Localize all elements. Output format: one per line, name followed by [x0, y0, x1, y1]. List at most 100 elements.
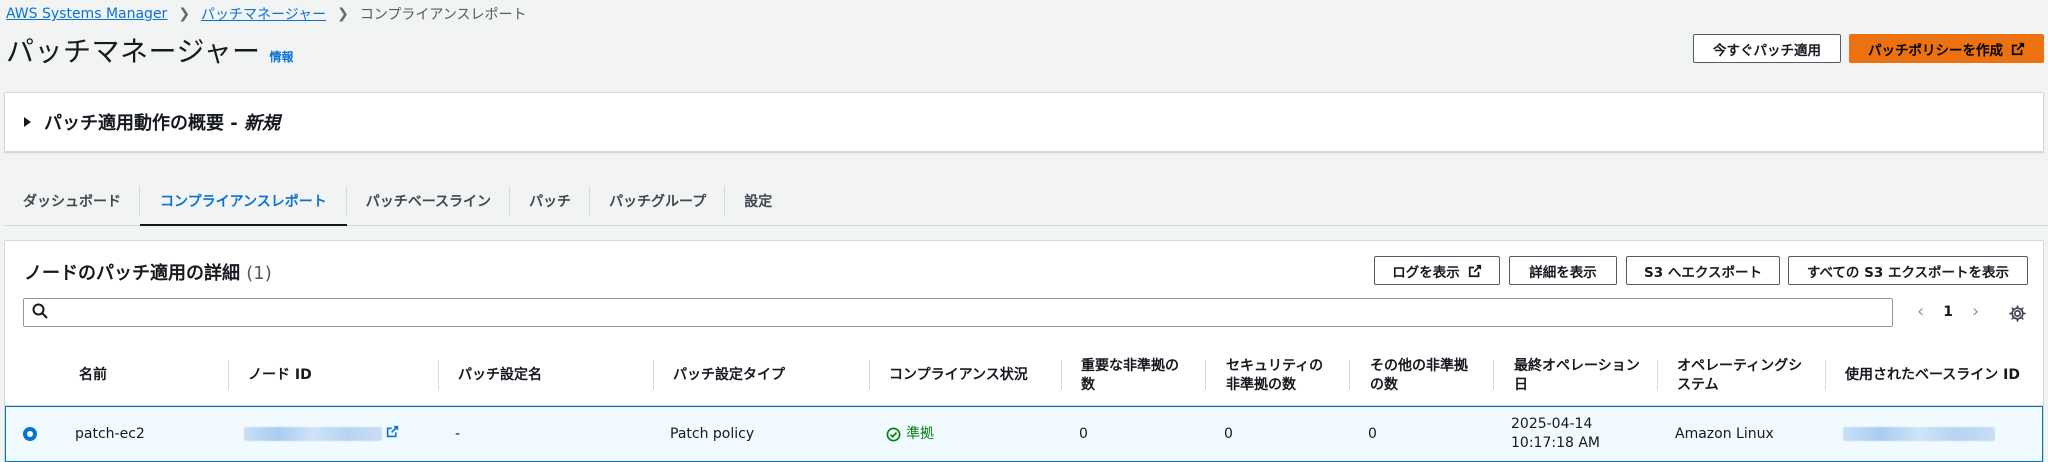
breadcrumb-patch-manager[interactable]: パッチマネージャー	[201, 4, 326, 24]
last-operation-date: 2025-04-14	[1511, 416, 1593, 432]
tab-patches[interactable]: パッチ	[510, 176, 591, 225]
table-row[interactable]: patch-ec2 - Patch policy 準拠 0 0 0 2025-0…	[5, 406, 2043, 462]
last-operation-time: 10:17:18 AM	[1511, 435, 1600, 451]
tab-patch-baselines[interactable]: パッチベースライン	[347, 176, 511, 225]
header-compliance-status[interactable]: コンプライアンス状況	[870, 346, 1062, 405]
view-all-s3-exports-label: すべての S3 エクスポートを表示	[1806, 264, 2010, 281]
header-critical-label: 重要な非準拠の数	[1081, 357, 1179, 395]
panel-title: ノードのパッチ適用の詳細 (1)	[24, 259, 272, 285]
cell-operating-system: Amazon Linux	[1675, 425, 1774, 442]
header-baseline-id[interactable]: 使用されたベースライン ID	[1826, 346, 2043, 405]
create-patch-policy-button[interactable]: パッチポリシーを作成	[1849, 34, 2044, 63]
pagination: ‹ 1 ›	[1917, 301, 1979, 322]
header-other-label: その他の非準拠 の数	[1370, 357, 1468, 395]
view-all-s3-exports-button[interactable]: すべての S3 エクスポートを表示	[1788, 256, 2028, 285]
header-node-id[interactable]: ノード ID	[229, 346, 439, 405]
next-page-icon[interactable]: ›	[1972, 301, 1979, 322]
breadcrumb-current: コンプライアンスレポート	[359, 7, 527, 23]
node-patching-details-panel: ノードのパッチ適用の詳細 (1) ログを表示 詳細を表示 S3 へエクスポート …	[4, 240, 2044, 462]
create-patch-policy-label: パッチポリシーを作成	[1868, 42, 2003, 59]
tab-settings[interactable]: 設定	[725, 176, 791, 225]
header-other-line2: の数	[1370, 376, 1398, 393]
page-title: パッチマネージャー	[6, 35, 261, 68]
page-header: パッチマネージャー 情報	[6, 30, 294, 70]
export-to-s3-label: S3 へエクスポート	[1644, 264, 1762, 281]
patching-overview-expander[interactable]: パッチ適用動作の概要 - 新規	[4, 92, 2044, 152]
header-critical-line2: 数	[1081, 376, 1095, 393]
header-operating-system[interactable]: オペレーティングシ ステム	[1658, 346, 1826, 405]
cell-baseline-id[interactable]	[1843, 407, 1995, 461]
overview-new-label: 新規	[244, 113, 281, 134]
compliance-status-badge: 準拠	[886, 425, 934, 444]
last-operation-datetime: 2025-04-14 10:17:18 AM	[1511, 415, 1600, 453]
caret-right-icon	[24, 117, 31, 127]
cell-patch-config-name: -	[455, 425, 461, 442]
cell-name: patch-ec2	[75, 425, 145, 442]
header-os-line1: オペレーティングシ	[1677, 357, 1803, 374]
check-circle-icon	[886, 427, 901, 441]
header-patch-config-type-label: パッチ設定タイプ	[673, 367, 785, 383]
tab-compliance-report[interactable]: コンプライアンスレポート	[140, 176, 347, 226]
breadcrumb-systems-manager[interactable]: AWS Systems Manager	[6, 6, 167, 22]
row-select-radio[interactable]	[23, 407, 37, 461]
header-lastop-label: 最終オペレーション日	[1514, 357, 1640, 395]
header-security-line1: セキュリティの	[1226, 357, 1324, 374]
external-link-icon	[2011, 42, 2025, 56]
header-node-id-label: ノード ID	[248, 367, 312, 383]
cell-patch-config-type: Patch policy	[670, 425, 755, 442]
compliance-status-text: 準拠	[906, 425, 934, 442]
patch-now-label: 今すぐパッチ適用	[1713, 42, 1821, 59]
view-logs-label: ログを表示	[1392, 264, 1460, 281]
patch-now-button[interactable]: 今すぐパッチ適用	[1693, 34, 1841, 63]
cell-last-operation-date: 2025-04-14 10:17:18 AM	[1511, 407, 1600, 461]
header-name[interactable]: 名前	[55, 346, 229, 405]
tabs: ダッシュボード コンプライアンスレポート パッチベースライン パッチ パッチグル…	[4, 176, 2048, 226]
cell-compliance-status: 準拠	[886, 407, 934, 461]
header-patch-config-name-label: パッチ設定名	[458, 367, 542, 383]
search-input[interactable]	[56, 299, 1892, 326]
header-patch-config-name[interactable]: パッチ設定名	[439, 346, 654, 405]
header-os-line2: ステム	[1677, 376, 1719, 393]
previous-page-icon[interactable]: ‹	[1917, 301, 1924, 322]
export-to-s3-button[interactable]: S3 へエクスポート	[1626, 256, 1780, 285]
tab-dashboard[interactable]: ダッシュボード	[4, 176, 140, 225]
external-link-icon	[1468, 264, 1482, 278]
redacted-baseline-id[interactable]	[1843, 427, 1995, 441]
header-baseline-label: 使用されたベースライン ID	[1845, 367, 2021, 383]
header-patch-config-type[interactable]: パッチ設定タイプ	[654, 346, 870, 405]
header-other-noncompliant[interactable]: その他の非準拠 の数	[1350, 346, 1494, 405]
header-lastop-line1: 最終オペレーション	[1514, 357, 1640, 374]
header-name-label: 名前	[79, 367, 107, 383]
info-link[interactable]: 情報	[270, 48, 294, 65]
cell-security-count: 0	[1224, 425, 1233, 442]
page-number[interactable]: 1	[1943, 304, 1953, 320]
overview-title: パッチ適用動作の概要 - 新規	[44, 109, 280, 135]
table-header: 名前 ノード ID パッチ設定名 パッチ設定タイプ コンプライアンス状況 重要な…	[5, 346, 2043, 406]
view-logs-button[interactable]: ログを表示	[1374, 256, 1500, 285]
header-lastop-line2: 日	[1514, 376, 1528, 393]
header-last-operation-date[interactable]: 最終オペレーション日	[1494, 346, 1658, 405]
gear-icon[interactable]	[2009, 305, 2026, 326]
header-select	[5, 346, 55, 405]
header-critical-line1: 重要な非準拠の	[1081, 357, 1179, 374]
radio-selected-icon[interactable]	[23, 427, 37, 441]
search-box[interactable]	[23, 298, 1893, 327]
external-link-icon[interactable]	[386, 425, 399, 444]
search-icon	[32, 303, 48, 323]
redacted-node-id[interactable]	[244, 427, 382, 441]
view-details-label: 詳細を表示	[1529, 264, 1597, 281]
panel-title-text: ノードのパッチ適用の詳細	[24, 263, 240, 284]
cell-critical-count: 0	[1079, 425, 1088, 442]
header-compliance-label: コンプライアンス状況	[889, 367, 1028, 383]
node-table: 名前 ノード ID パッチ設定名 パッチ設定タイプ コンプライアンス状況 重要な…	[5, 346, 2043, 462]
cell-node-id[interactable]	[244, 407, 399, 461]
header-os-label: オペレーティングシ ステム	[1677, 357, 1802, 395]
header-security-noncompliant[interactable]: セキュリティの 非準拠の数	[1206, 346, 1350, 405]
overview-title-text: パッチ適用動作の概要 -	[44, 113, 245, 134]
header-other-line1: その他の非準拠	[1370, 357, 1468, 374]
header-critical-noncompliant[interactable]: 重要な非準拠の数	[1062, 346, 1206, 405]
tab-patch-groups[interactable]: パッチグループ	[590, 176, 726, 225]
cell-other-count: 0	[1368, 425, 1377, 442]
chevron-right-icon: ❯	[337, 6, 349, 22]
view-details-button[interactable]: 詳細を表示	[1509, 256, 1617, 285]
